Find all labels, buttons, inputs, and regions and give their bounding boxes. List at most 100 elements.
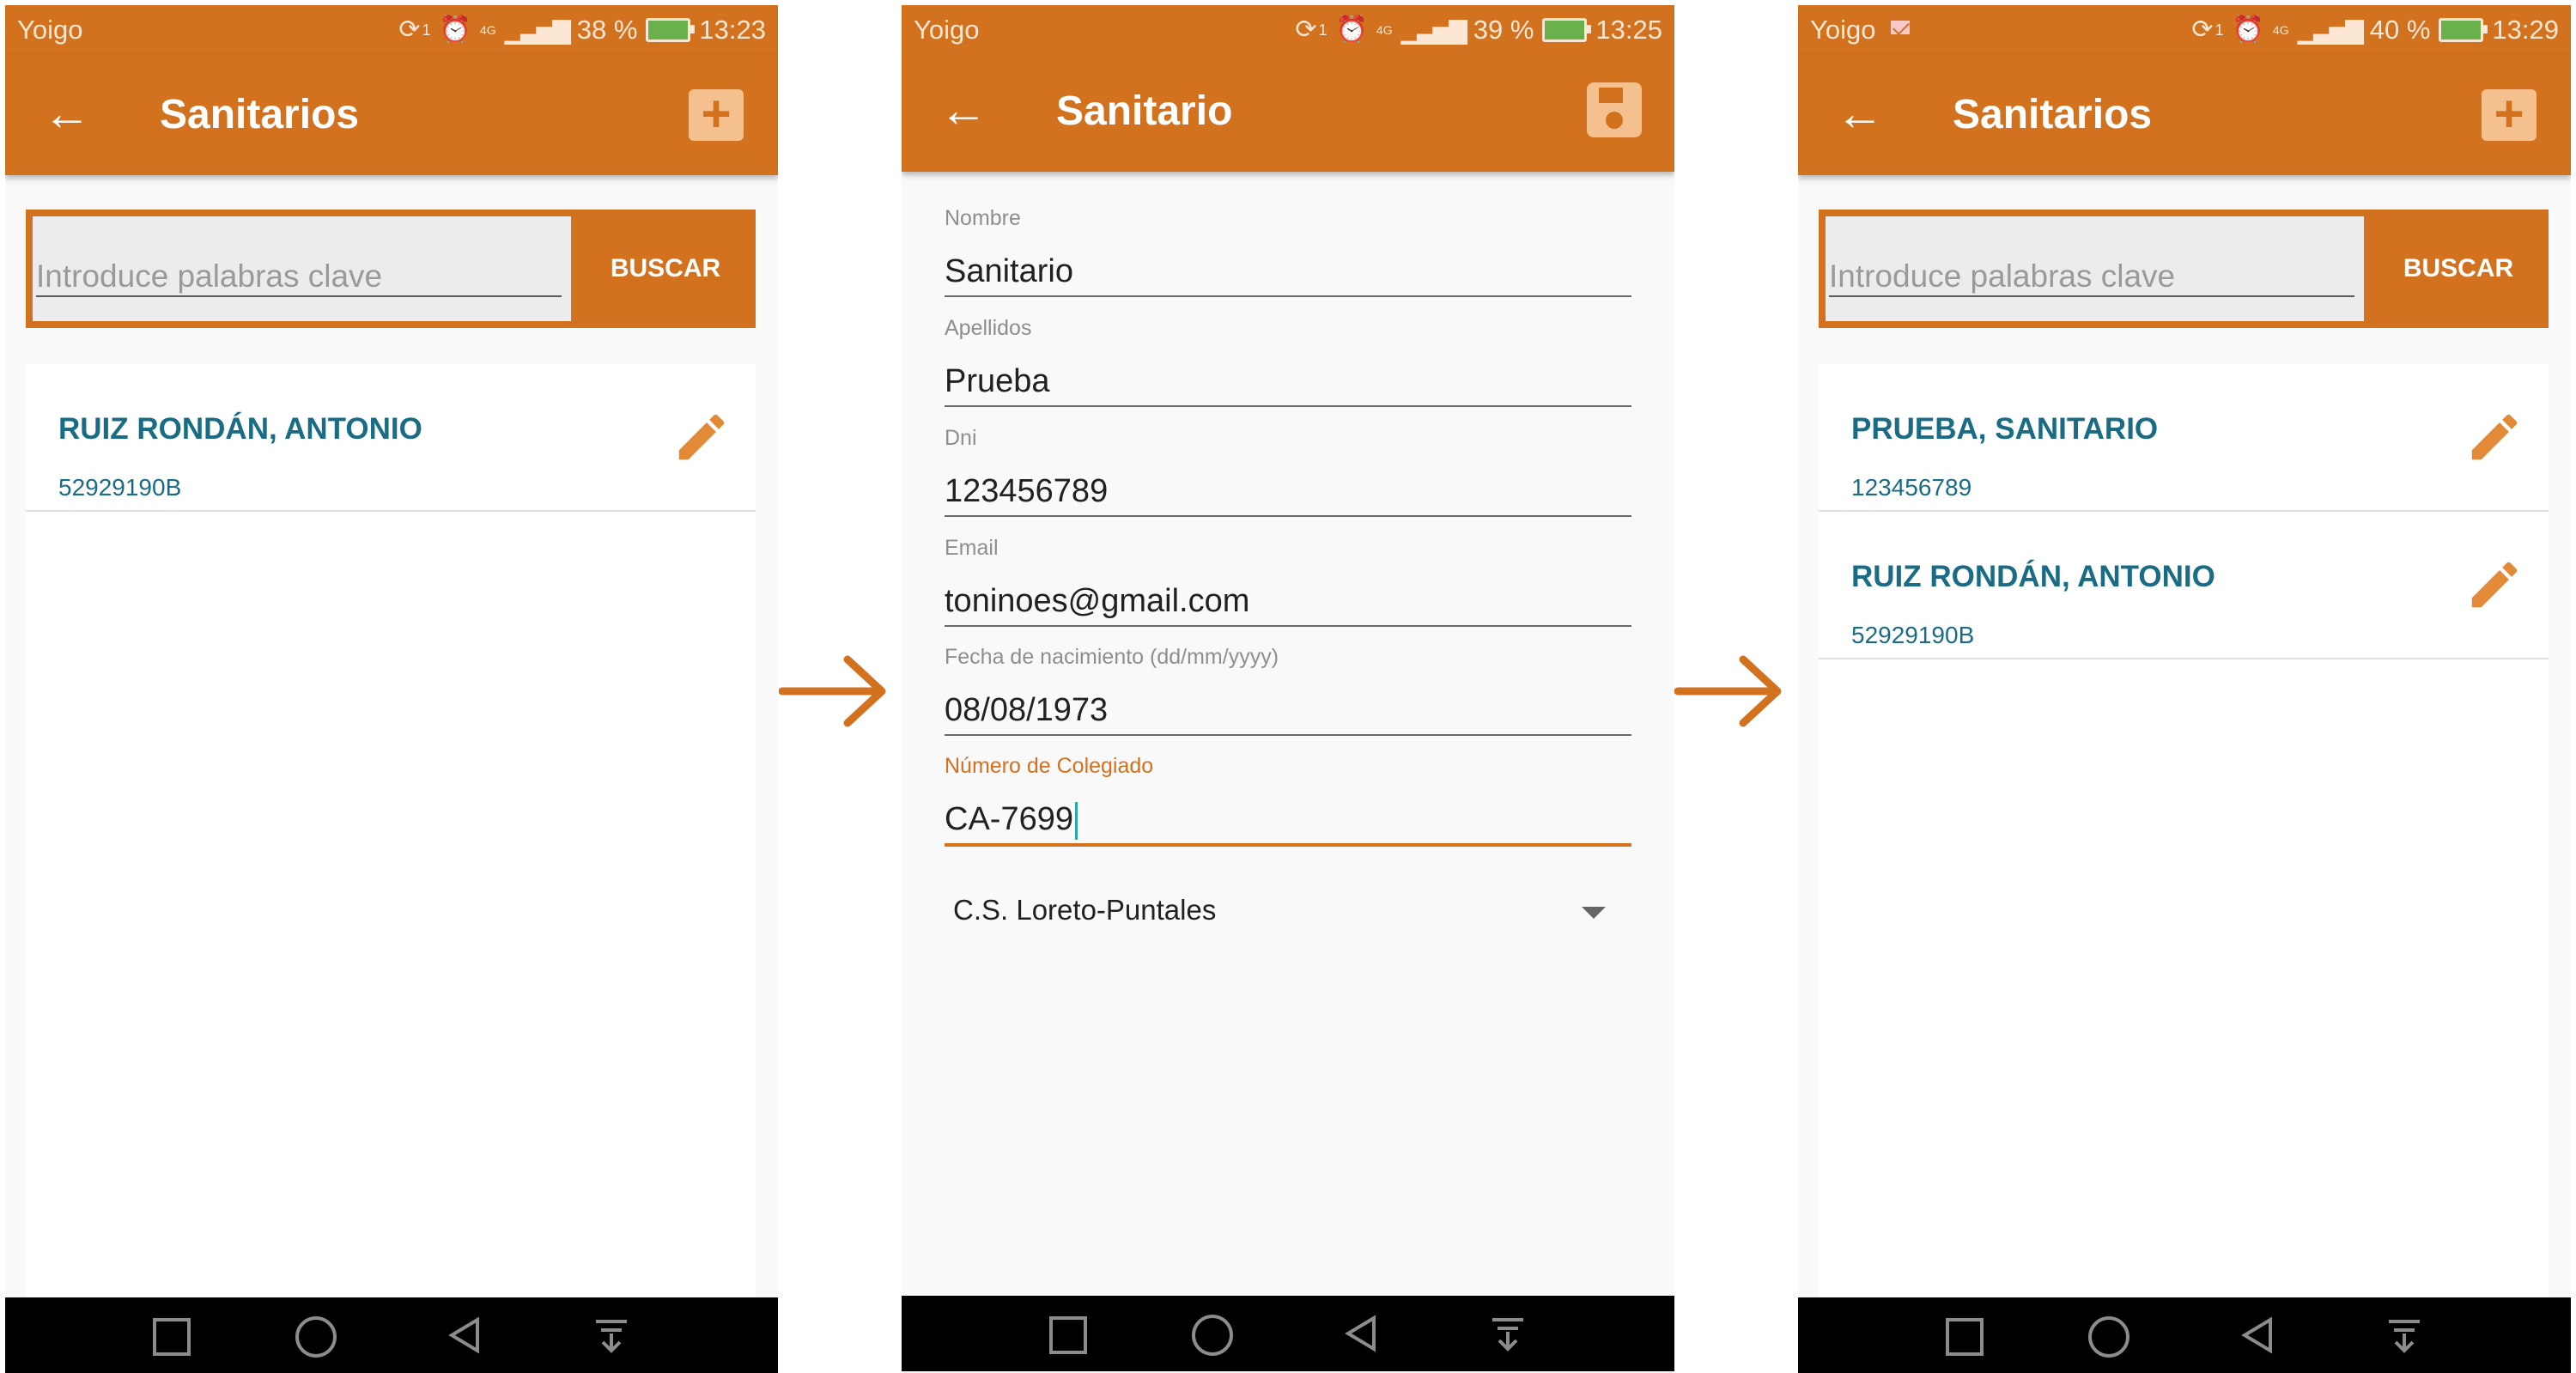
square-icon[interactable] (1946, 1318, 1984, 1356)
search-input[interactable] (36, 258, 562, 297)
save-icon[interactable] (1587, 82, 1642, 137)
item-dni: 52929190B (1851, 622, 1975, 648)
app-bar: ← Sanitarios + (5, 55, 778, 175)
pencil-icon[interactable] (2464, 407, 2524, 467)
signal-icon: ▁▃▅▇ (504, 16, 571, 44)
app-bar: ← Sanitario (902, 52, 1674, 172)
network-type: 4G (2272, 23, 2289, 37)
colegiado-value: CA-7699 (945, 801, 1073, 837)
carrier-label: Yoigo (1810, 15, 1876, 45)
battery-icon (646, 18, 696, 42)
item-dni: 123456789 (1851, 474, 1972, 501)
carrier-label: Yoigo (17, 15, 83, 45)
triangle-back-icon[interactable] (2236, 1313, 2281, 1358)
flow-arrow-right-icon (1674, 655, 1782, 727)
status-bar: Yoigo ⟳ 1 ⏰ 4G ▁▃▅▇ 40 % 13:29 (1798, 5, 2571, 55)
chevron-down-icon (1582, 907, 1606, 919)
square-icon[interactable] (1049, 1316, 1087, 1354)
search-field-container (1826, 216, 2364, 321)
alarm-icon: ⏰ (2232, 15, 2264, 44)
centro-selected-value: C.S. Loreto-Puntales (953, 894, 1217, 926)
sync-icon: ⟳ (398, 15, 421, 44)
item-name: PRUEBA, SANITARIO (1851, 412, 2159, 446)
arrow-left-icon[interactable]: ← (41, 88, 93, 139)
square-icon[interactable] (153, 1318, 191, 1356)
search-button[interactable]: BUSCAR (2368, 210, 2549, 328)
notification-drawer-icon[interactable] (2382, 1313, 2427, 1358)
item-name: RUIZ RONDÁN, ANTONIO (1851, 560, 2215, 593)
battery-percent: 40 % (2369, 15, 2431, 45)
apellidos-label: Apellidos (945, 316, 1032, 340)
results-list: PRUEBA, SANITARIO 123456789 RUIZ RONDÁN,… (1819, 364, 2549, 1309)
status-bar: Yoigo ⟳ 1 ⏰ 4G ▁▃▅▇ 39 % 13:25 (902, 5, 1674, 55)
battery-percent: 39 % (1473, 15, 1534, 45)
notification-count: 1 (1318, 21, 1327, 39)
fecha-field[interactable]: 08/08/1973 (945, 686, 1631, 736)
clock: 13:25 (1595, 15, 1662, 45)
circle-icon[interactable] (1192, 1315, 1233, 1356)
gmail-icon (1891, 21, 1910, 34)
pencil-icon[interactable] (2464, 555, 2524, 615)
fecha-label: Fecha de nacimiento (dd/mm/yyyy) (945, 645, 1279, 669)
app-bar: ← Sanitarios + (1798, 55, 2571, 175)
search-bar: BUSCAR (1819, 210, 2549, 328)
plus-icon[interactable]: + (2482, 88, 2537, 141)
battery-icon (2439, 18, 2488, 42)
dni-label: Dni (945, 426, 977, 450)
centro-select[interactable]: C.S. Loreto-Puntales (953, 884, 1606, 936)
nombre-label: Nombre (945, 206, 1021, 230)
triangle-back-icon[interactable] (443, 1313, 488, 1358)
list-item[interactable]: PRUEBA, SANITARIO 123456789 (1819, 364, 2549, 512)
text-cursor (1074, 801, 1078, 840)
system-nav-bar (902, 1296, 1674, 1371)
network-type: 4G (479, 23, 496, 37)
search-field-container (33, 216, 571, 321)
status-bar: Yoigo ⟳ 1 ⏰ 4G ▁▃▅▇ 38 % 13:23 (5, 5, 778, 55)
results-list: RUIZ RONDÁN, ANTONIO 52929190B (26, 364, 756, 1309)
apellidos-field[interactable]: Prueba (945, 357, 1631, 407)
pencil-icon[interactable] (671, 407, 732, 467)
item-name: RUIZ RONDÁN, ANTONIO (58, 412, 422, 446)
dni-field[interactable]: 123456789 (945, 467, 1631, 517)
clock: 13:23 (699, 15, 766, 45)
list-item[interactable]: RUIZ RONDÁN, ANTONIO 52929190B (26, 364, 756, 512)
search-input[interactable] (1829, 258, 2354, 297)
search-button[interactable]: BUSCAR (575, 210, 756, 328)
notification-count: 1 (2215, 21, 2224, 39)
screen-sanitarios-list-before: Yoigo ⟳ 1 ⏰ 4G ▁▃▅▇ 38 % 13:23 ← Sanitari… (5, 5, 778, 1373)
notification-drawer-icon[interactable] (589, 1313, 634, 1358)
email-field[interactable]: toninoes@gmail.com (945, 577, 1631, 627)
sync-icon: ⟳ (2191, 15, 2214, 44)
circle-icon[interactable] (295, 1316, 337, 1358)
colegiado-field[interactable]: CA-7699 (945, 795, 1631, 847)
system-nav-bar (5, 1297, 778, 1373)
item-dni: 52929190B (58, 474, 182, 501)
notification-drawer-icon[interactable] (1485, 1311, 1530, 1356)
arrow-left-icon[interactable]: ← (1834, 88, 1886, 139)
screen-sanitario-form: Yoigo ⟳ 1 ⏰ 4G ▁▃▅▇ 39 % 13:25 ← Sanitari… (902, 5, 1674, 1373)
flow-arrow-right-icon (779, 655, 886, 727)
carrier-label: Yoigo (914, 15, 980, 45)
page-title: Sanitarios (160, 92, 360, 137)
circle-icon[interactable] (2088, 1316, 2129, 1358)
network-type: 4G (1376, 23, 1393, 37)
colegiado-label: Número de Colegiado (945, 754, 1154, 778)
search-bar: BUSCAR (26, 210, 756, 328)
page-title: Sanitario (1056, 88, 1233, 134)
notification-count: 1 (422, 21, 431, 39)
alarm-icon: ⏰ (1335, 15, 1368, 44)
plus-icon[interactable]: + (689, 88, 744, 141)
signal-icon: ▁▃▅▇ (1400, 16, 1467, 44)
nombre-field[interactable]: Sanitario (945, 247, 1631, 297)
list-item[interactable]: RUIZ RONDÁN, ANTONIO 52929190B (1819, 512, 2549, 659)
email-label: Email (945, 536, 999, 560)
sync-icon: ⟳ (1295, 15, 1317, 44)
alarm-icon: ⏰ (439, 15, 471, 44)
battery-icon (1542, 18, 1592, 42)
signal-icon: ▁▃▅▇ (2297, 16, 2364, 44)
system-nav-bar (1798, 1297, 2571, 1373)
triangle-back-icon[interactable] (1340, 1311, 1384, 1356)
battery-percent: 38 % (576, 15, 638, 45)
arrow-left-icon[interactable]: ← (938, 84, 989, 136)
page-title: Sanitarios (1953, 92, 2153, 137)
